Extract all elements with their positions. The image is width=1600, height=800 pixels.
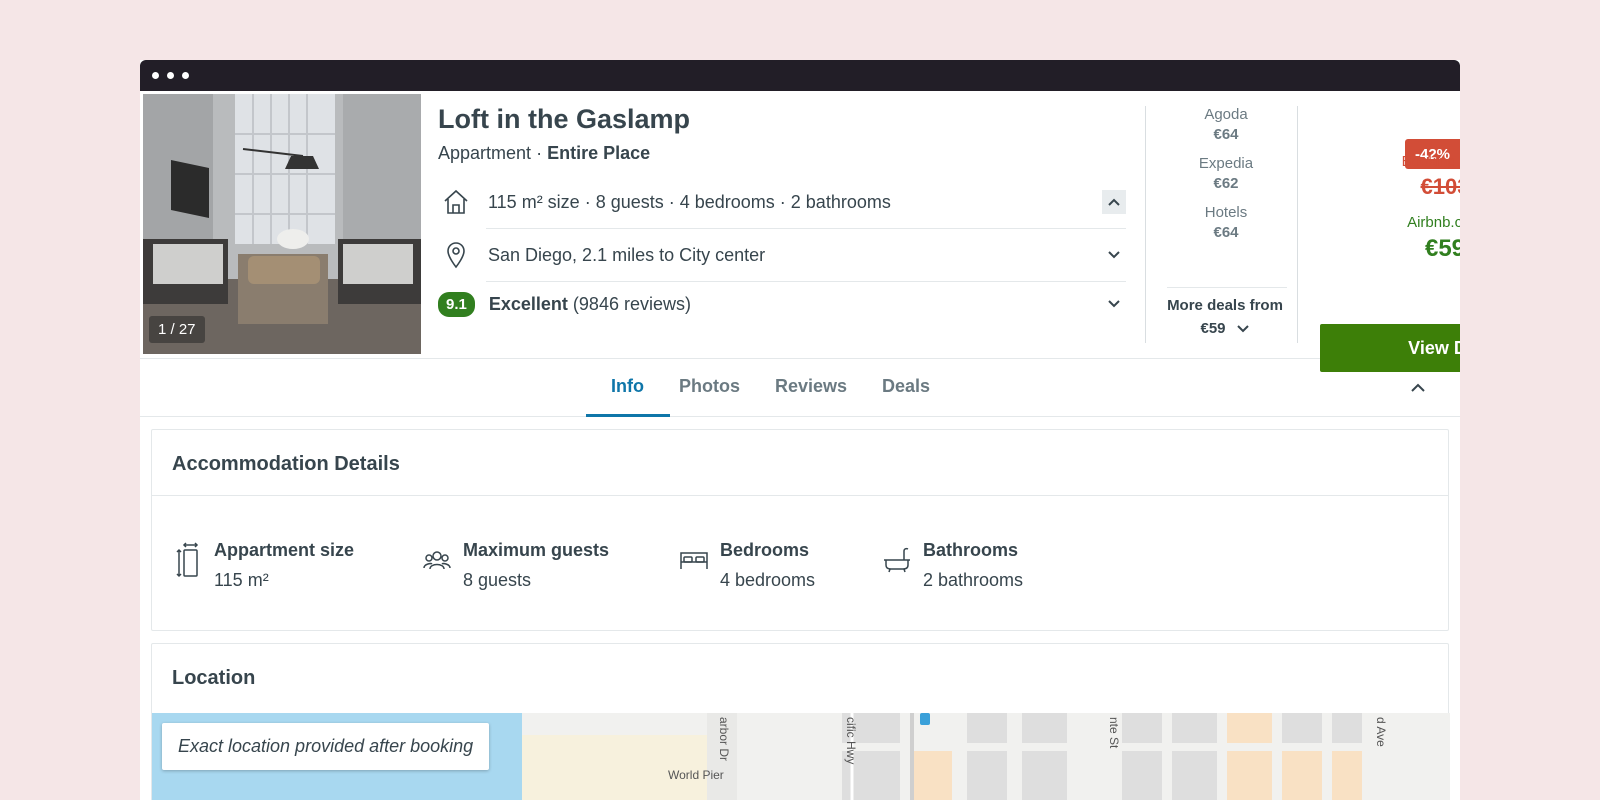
detail-label: Maximum guests: [463, 540, 610, 560]
tab-reviews[interactable]: Reviews: [775, 376, 847, 397]
rating-label: Excellent: [488, 293, 568, 314]
detail-label: Appartment size: [214, 540, 355, 560]
review-count: (9846 reviews): [572, 293, 691, 314]
chevron-down-icon[interactable]: [1102, 243, 1126, 267]
provider-list: Agoda €64 Expedia €62 Hotels €64: [1151, 106, 1301, 253]
window-titlebar: [140, 60, 1460, 91]
chevron-down-icon: [1236, 324, 1249, 332]
listing-subtitle: Appartment · Entire Place: [438, 143, 650, 164]
provider-price: €62: [1213, 175, 1239, 192]
street-label: nte St: [1107, 717, 1121, 749]
detail-value: 4 bedrooms: [720, 570, 816, 590]
new-price: €59: [1424, 235, 1460, 262]
window-dot-icon[interactable]: [167, 72, 174, 79]
provider-item[interactable]: Expedia €62: [1151, 155, 1301, 192]
accommodation-details-panel: Accommodation Details Appartment size 11…: [151, 429, 1449, 631]
divider: [1167, 287, 1287, 288]
more-deals-label: More deals from: [1167, 297, 1283, 314]
listing-photo[interactable]: 1 / 27: [143, 94, 421, 354]
street-label: d Ave: [1374, 717, 1388, 747]
guests-icon: [421, 540, 453, 580]
tab-bar: Info Photos Reviews Deals: [140, 360, 1460, 417]
more-deals-price: €59: [1200, 320, 1226, 337]
detail-value: 115 m²: [214, 570, 269, 590]
features-row[interactable]: 115 m² size · 8 guests · 4 bedrooms · 2 …: [438, 176, 1126, 228]
window-dot-icon[interactable]: [182, 72, 189, 79]
detail-item: Bedrooms 4 bedrooms: [678, 540, 815, 591]
rating-text: Excellent (9846 reviews): [489, 294, 691, 315]
listing-type: Appartment: [438, 143, 532, 163]
map-pin-icon: [438, 237, 474, 273]
street-label: cific Hwy: [844, 717, 858, 765]
active-tab-indicator: [586, 414, 670, 417]
rating-row[interactable]: 9.1 Excellent (9846 reviews): [438, 278, 1126, 330]
provider-price: €64: [1213, 126, 1239, 143]
chevron-down-icon[interactable]: [1102, 292, 1126, 316]
window-dot-icon[interactable]: [152, 72, 159, 79]
location-row[interactable]: San Diego, 2.1 miles to City center: [438, 229, 1126, 281]
detail-label: Bedrooms: [720, 540, 810, 560]
provider-item[interactable]: Hotels €64: [1151, 204, 1301, 241]
browser-window: 1 / 27 Loft in the Gaslamp Appartment · …: [140, 60, 1460, 800]
provider-name: Expedia: [1198, 155, 1254, 172]
new-provider: Airbnb.com: [1407, 214, 1460, 231]
score-badge: 9.1: [438, 291, 475, 317]
old-provider: Booking.com: [1401, 153, 1460, 170]
living-room-photo-icon: [143, 94, 421, 354]
detail-label: Bathrooms: [923, 540, 1019, 560]
more-deals-button[interactable]: More deals from €59: [1140, 297, 1310, 337]
location-title: Location: [172, 667, 256, 689]
bathtub-icon: [881, 540, 913, 580]
location-panel: Location arbor Dr World Pier cific Hwy n…: [151, 643, 1450, 800]
provider-name: Agoda: [1204, 106, 1248, 123]
chevron-up-icon[interactable]: [1102, 190, 1126, 214]
chevron-up-icon[interactable]: [1410, 380, 1426, 396]
listing-title[interactable]: Loft in the Gaslamp: [438, 104, 690, 135]
street-label: arbor Dr: [717, 717, 731, 762]
listing-place: Entire Place: [547, 143, 651, 163]
detail-item: Bathrooms 2 bathrooms: [881, 540, 1023, 591]
size-icon: [172, 540, 204, 580]
location-map[interactable]: arbor Dr World Pier cific Hwy nte St d A…: [152, 713, 1450, 800]
house-icon: [438, 184, 474, 220]
provider-name: Hotels: [1204, 204, 1248, 221]
street-label: World Pier: [668, 768, 724, 782]
provider-item[interactable]: Agoda €64: [1151, 106, 1301, 143]
location-text: San Diego, 2.1 miles to City center: [488, 244, 766, 265]
provider-price: €64: [1213, 224, 1239, 241]
tab-info[interactable]: Info: [611, 376, 644, 397]
old-price: €103: [1420, 174, 1460, 199]
detail-item: Maximum guests 8 guests: [421, 540, 609, 591]
subtitle-separator: ·: [536, 143, 543, 163]
view-deal-label: View Deal: [1408, 337, 1460, 358]
bed-icon: [678, 540, 710, 580]
detail-value: 8 guests: [463, 570, 532, 590]
detail-value: 2 bathrooms: [923, 570, 1024, 590]
photo-counter: 1 / 27: [149, 316, 205, 343]
listing-card: 1 / 27 Loft in the Gaslamp Appartment · …: [140, 91, 1460, 372]
map-note: Exact location provided after booking: [162, 723, 490, 770]
details-title: Accommodation Details: [172, 453, 400, 475]
tab-deals[interactable]: Deals: [882, 376, 930, 397]
tab-photos[interactable]: Photos: [679, 376, 740, 397]
features-text: 115 m² size · 8 guests · 4 bedrooms · 2 …: [488, 191, 891, 212]
detail-item: Appartment size 115 m²: [172, 540, 354, 591]
best-deal: Booking.com €103 Airbnb.com €59: [1315, 149, 1460, 263]
